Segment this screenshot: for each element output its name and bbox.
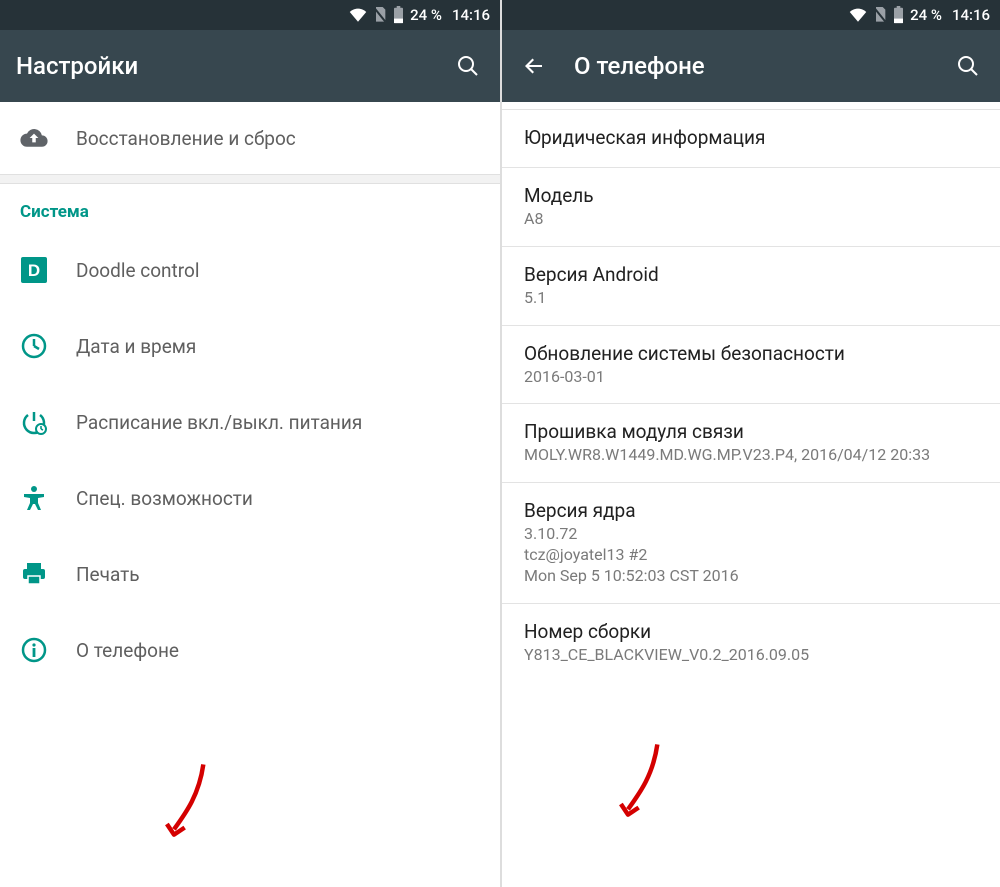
info-title: Прошивка модуля связи [524,420,978,443]
info-title: Номер сборки [524,620,978,643]
search-icon [456,54,480,78]
row-print[interactable]: Печать [0,536,500,612]
row-label: Спец. возможности [76,487,253,510]
info-icon [20,636,48,664]
wifi-icon [349,8,367,22]
search-icon [956,54,980,78]
settings-screen: 24 % 14:16 Настройки Восстановление и сб… [0,0,500,887]
search-button[interactable] [952,50,984,82]
info-sub: MOLY.WR8.W1449.MD.WG.MP.V23.P4, 2016/04/… [524,445,978,466]
about-phone-screen: 24 % 14:16 О телефоне Юридическая информ… [500,0,1000,887]
page-title: Настройки [16,52,428,80]
row-label: Дата и время [76,335,196,358]
row-security-patch[interactable]: Обновление системы безопасности 2016-03-… [502,326,1000,405]
row-label: Восстановление и сброс [76,127,296,150]
info-sub: 5.1 [524,288,978,309]
info-sub: 2016-03-01 [524,367,978,388]
row-backup-reset[interactable]: Восстановление и сброс [0,102,500,174]
row-label: Doodle control [76,259,199,282]
search-button[interactable] [452,50,484,82]
cloud-upload-icon [20,124,48,152]
wifi-icon [849,8,867,22]
about-content: Юридическая информация Модель A8 Версия … [502,102,1000,887]
row-label: О телефоне [76,639,179,662]
clock-time: 14:16 [452,6,490,24]
info-title: Обновление системы безопасности [524,342,978,365]
info-title: Модель [524,184,978,207]
status-bar: 24 % 14:16 [502,0,1000,30]
accessibility-icon [20,484,48,512]
row-label: Печать [76,563,140,586]
status-bar: 24 % 14:16 [0,0,500,30]
no-sim-icon [373,7,387,23]
row-power-schedule[interactable]: Расписание вкл./выкл. питания [0,384,500,460]
info-sub: Y813_CE_BLACKVIEW_V0.2_2016.09.05 [524,645,978,666]
row-kernel[interactable]: Версия ядра 3.10.72 tcz@joyatel13 #2 Mon… [502,483,1000,603]
row-doodle-control[interactable]: D Doodle control [0,232,500,308]
no-sim-icon [873,7,887,23]
row-about-phone[interactable]: О телефоне [0,612,500,688]
back-button[interactable] [518,50,550,82]
row-label: Расписание вкл./выкл. питания [76,411,362,434]
info-title: Версия Android [524,263,978,286]
svg-text:D: D [28,261,40,280]
settings-appbar: Настройки [0,30,500,102]
info-sub: A8 [524,209,978,230]
info-title: Версия ядра [524,499,978,522]
row-date-time[interactable]: Дата и время [0,308,500,384]
row-model[interactable]: Модель A8 [502,168,1000,247]
settings-content: Восстановление и сброс Система D Doodle … [0,102,500,887]
power-schedule-icon [20,408,48,436]
battery-icon [893,6,904,24]
clock-time: 14:16 [952,6,990,24]
row-accessibility[interactable]: Спец. возможности [0,460,500,536]
info-sub: 3.10.72 tcz@joyatel13 #2 Mon Sep 5 10:52… [524,524,978,586]
row-baseband[interactable]: Прошивка модуля связи MOLY.WR8.W1449.MD.… [502,404,1000,483]
row-build-number[interactable]: Номер сборки Y813_CE_BLACKVIEW_V0.2_2016… [502,604,1000,682]
row-legal-info[interactable]: Юридическая информация [502,110,1000,168]
clock-icon [20,332,48,360]
section-header-system: Система [0,184,500,232]
about-appbar: О телефоне [502,30,1000,102]
battery-icon [393,6,404,24]
row-android-version[interactable]: Версия Android 5.1 [502,247,1000,326]
arrow-back-icon [522,54,546,78]
battery-percent: 24 % [910,6,942,24]
info-title: Юридическая информация [524,126,978,149]
page-title: О телефоне [574,52,928,80]
battery-percent: 24 % [410,6,442,24]
printer-icon [20,560,48,588]
d-square-icon: D [20,256,48,284]
